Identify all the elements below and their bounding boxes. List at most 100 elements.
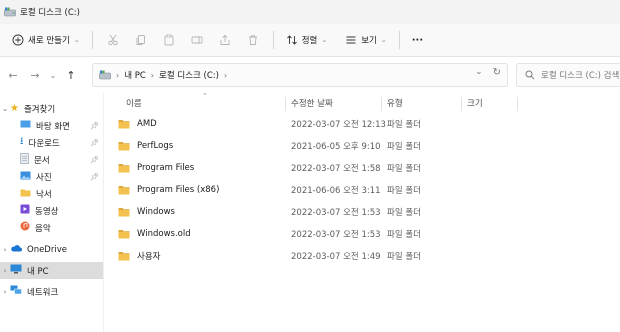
sort-button-label: 정렬	[301, 36, 318, 46]
search-icon	[525, 70, 535, 80]
cloud-icon	[10, 244, 22, 255]
back-button[interactable]: ←	[2, 63, 24, 87]
file-type: 파일 폴더	[387, 120, 421, 130]
column-divider[interactable]	[285, 97, 286, 111]
breadcrumb-this-pc[interactable]: 내 PC	[124, 69, 146, 81]
chevron-down-icon: ⌄	[321, 36, 328, 44]
folder-icon	[118, 120, 130, 129]
file-list: ⌃ 이름 수정한 날짜 유형 크기 AMD 2022-03-07 오전 12:13…	[104, 92, 620, 332]
rename-button[interactable]	[183, 28, 211, 52]
file-date: 2022-03-07 오전 1:49	[291, 252, 381, 262]
navigation-pane: ⌄ ★ 즐겨찾기 바탕 화면 📌︎ ⭳ 다운로드 📌︎ 문서 📌︎ 사진 📌︎ …	[0, 93, 104, 332]
sidebar-item-desktop[interactable]: 바탕 화면 📌︎	[0, 117, 103, 134]
sidebar-item-onedrive[interactable]: › OneDrive	[0, 241, 103, 258]
file-row[interactable]: AMD 2022-03-07 오전 12:13 파일 폴더	[110, 113, 620, 135]
sidebar-item-videos[interactable]: 동영상	[0, 202, 103, 219]
pin-icon: 📌︎	[90, 138, 99, 147]
more-options-button[interactable]: ···	[406, 28, 429, 52]
column-header-date-label: 수정한 날짜	[291, 99, 333, 109]
chevron-down-icon: ⌄	[73, 36, 80, 44]
folder-icon	[118, 252, 130, 261]
chevron-down-icon[interactable]: ⌄	[0, 105, 10, 113]
forward-button[interactable]: →	[24, 63, 46, 87]
column-divider[interactable]	[381, 97, 382, 111]
refresh-icon[interactable]: ↻	[493, 67, 501, 78]
recent-locations-button[interactable]: ⌄	[46, 63, 60, 87]
document-icon	[20, 152, 29, 167]
column-divider[interactable]	[461, 97, 462, 111]
sidebar-item-this-pc[interactable]: › 내 PC	[0, 262, 103, 279]
sidebar-item-label: 내 PC	[27, 266, 49, 277]
sidebar-item-pictures[interactable]: 사진 📌︎	[0, 168, 103, 185]
chevron-right-icon[interactable]: ›	[0, 267, 10, 275]
file-row[interactable]: Windows.old 2022-03-07 오전 1:53 파일 폴더	[110, 223, 620, 245]
copy-button[interactable]	[127, 28, 155, 52]
chevron-down-icon: ⌄	[380, 36, 387, 44]
cut-button[interactable]	[99, 28, 127, 52]
column-header-type[interactable]: 유형	[387, 95, 467, 111]
sort-button[interactable]: 정렬 ⌄	[280, 28, 334, 52]
file-row[interactable]: 사용자 2022-03-07 오전 1:49 파일 폴더	[110, 245, 620, 267]
file-name: AMD	[137, 119, 157, 129]
window-title: 로컬 디스크 (C:)	[20, 8, 80, 18]
paste-button[interactable]	[155, 28, 183, 52]
column-header-name[interactable]: 이름	[126, 95, 286, 111]
trash-icon	[248, 35, 257, 45]
view-button-label: 보기	[361, 36, 377, 46]
clipboard-icon	[164, 34, 174, 46]
file-date: 2022-03-07 오전 1:58	[291, 164, 381, 174]
search-box[interactable]: 로컬 디스크 (C:) 검색	[516, 63, 620, 87]
view-button[interactable]: 보기 ⌄	[339, 28, 393, 52]
download-icon: ⭳	[20, 136, 24, 147]
network-icon	[10, 285, 22, 298]
address-bar[interactable]: › 내 PC › 로컬 디스크 (C:) › ⌄ ↻	[92, 63, 508, 87]
address-history-button[interactable]: ⌄	[475, 67, 483, 78]
sidebar-item-label: 동영상	[35, 206, 59, 217]
column-header-size[interactable]: 크기	[467, 95, 517, 111]
file-name: Windows	[137, 207, 175, 217]
delete-button[interactable]	[239, 28, 267, 52]
file-row[interactable]: Windows 2022-03-07 오전 1:53 파일 폴더	[110, 201, 620, 223]
file-date: 2021-06-06 오전 3:11	[291, 186, 381, 196]
pin-icon: 📌︎	[90, 121, 99, 130]
rename-icon	[191, 36, 203, 44]
sidebar-item-label: 음악	[35, 223, 51, 234]
column-divider[interactable]	[517, 97, 518, 111]
file-type: 파일 폴더	[387, 252, 421, 262]
folder-icon	[118, 164, 130, 173]
file-type: 파일 폴더	[387, 164, 421, 174]
file-row[interactable]: Program Files (x86) 2021-06-06 오전 3:11 파일 …	[110, 179, 620, 201]
toolbar-divider	[272, 31, 274, 49]
sidebar-item-documents[interactable]: 문서 📌︎	[0, 151, 103, 168]
sidebar-item-label: 문서	[34, 155, 50, 166]
file-name-cell: Windows.old	[118, 229, 191, 239]
sidebar-item-quick-access[interactable]: ⌄ ★ 즐겨찾기	[0, 100, 103, 117]
file-type: 파일 폴더	[387, 186, 421, 196]
chevron-right-icon[interactable]: ›	[0, 288, 10, 296]
file-name: Program Files	[137, 163, 195, 173]
new-button[interactable]: 새로 만들기 ⌄	[6, 28, 86, 52]
sidebar-item-music[interactable]: 음악	[0, 219, 103, 236]
file-name-cell: PerfLogs	[118, 141, 173, 151]
file-date: 2022-03-07 오전 1:53	[291, 208, 381, 218]
sidebar-item-doodle[interactable]: 낙서	[0, 185, 103, 202]
pin-icon: 📌︎	[90, 155, 99, 164]
breadcrumb-local-disk[interactable]: 로컬 디스크 (C:)	[159, 69, 219, 81]
sidebar-item-label: 낙서	[36, 189, 52, 200]
sidebar-item-label: 사진	[36, 172, 52, 183]
file-row[interactable]: Program Files 2022-03-07 오전 1:58 파일 폴더	[110, 157, 620, 179]
up-button[interactable]: ↑	[60, 63, 82, 87]
file-row[interactable]: PerfLogs 2021-06-05 오후 9:10 파일 폴더	[110, 135, 620, 157]
sidebar-item-downloads[interactable]: ⭳ 다운로드 📌︎	[0, 134, 103, 151]
file-name: Program Files (x86)	[137, 185, 220, 195]
star-icon: ★	[10, 103, 19, 114]
sidebar-item-network[interactable]: › 네트워크	[0, 283, 103, 300]
sort-icon	[286, 35, 297, 45]
chevron-right-icon[interactable]: ›	[0, 246, 10, 254]
column-header-date[interactable]: 수정한 날짜	[291, 95, 381, 111]
scissors-icon	[107, 34, 118, 46]
chevron-right-icon: ›	[150, 70, 154, 80]
chevron-down-icon: ⌄	[49, 70, 57, 80]
share-button[interactable]	[211, 28, 239, 52]
file-type: 파일 폴더	[387, 142, 421, 152]
